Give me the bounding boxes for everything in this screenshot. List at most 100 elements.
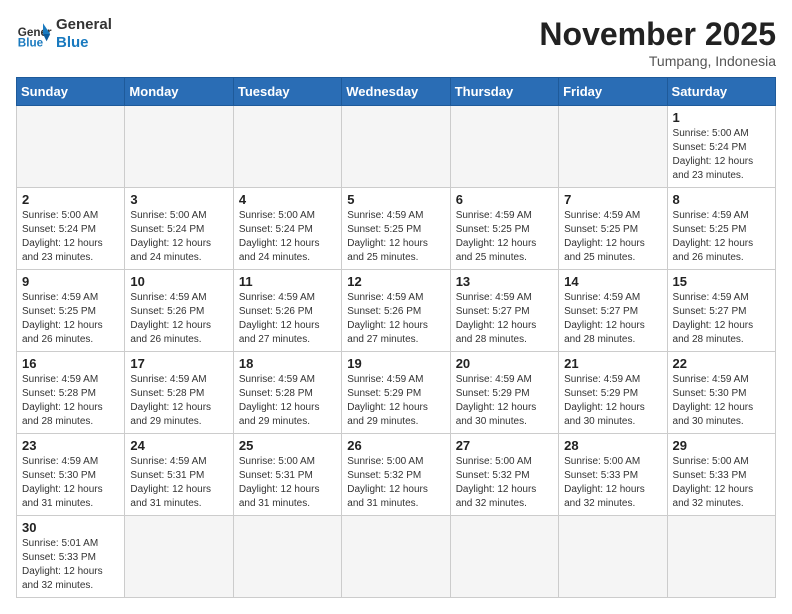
calendar-cell: 16 Sunrise: 4:59 AM Sunset: 5:28 PM Dayli…: [17, 352, 125, 434]
day-header-friday: Friday: [559, 78, 667, 106]
day-number: 6: [456, 192, 553, 207]
day-info: Sunrise: 4:59 AM Sunset: 5:28 PM Dayligh…: [130, 373, 227, 429]
calendar-cell: 10 Sunrise: 4:59 AM Sunset: 5:26 PM Dayli…: [125, 270, 233, 352]
day-info: Sunrise: 4:59 AM Sunset: 5:30 PM Dayligh…: [22, 455, 119, 511]
calendar-cell: 11 Sunrise: 4:59 AM Sunset: 5:26 PM Dayli…: [233, 270, 341, 352]
calendar-cell: [559, 106, 667, 188]
day-number: 15: [673, 274, 770, 289]
calendar-cell: 6 Sunrise: 4:59 AM Sunset: 5:25 PM Daylig…: [450, 188, 558, 270]
location-subtitle: Tumpang, Indonesia: [539, 53, 776, 69]
day-number: 22: [673, 356, 770, 371]
calendar-cell: [342, 106, 450, 188]
calendar-cell: [125, 516, 233, 598]
calendar-cell: 1Sunrise: 5:00 AM Sunset: 5:24 PM Daylig…: [667, 106, 775, 188]
day-info: Sunrise: 4:59 AM Sunset: 5:29 PM Dayligh…: [347, 373, 444, 429]
day-number: 3: [130, 192, 227, 207]
day-number: 8: [673, 192, 770, 207]
logo-icon: General Blue: [16, 16, 52, 52]
week-row-2: 2Sunrise: 5:00 AM Sunset: 5:24 PM Daylig…: [17, 188, 776, 270]
page-header: General Blue General Blue November 2025 …: [16, 16, 776, 69]
day-info: Sunrise: 4:59 AM Sunset: 5:28 PM Dayligh…: [22, 373, 119, 429]
calendar-cell: 13 Sunrise: 4:59 AM Sunset: 5:27 PM Dayli…: [450, 270, 558, 352]
day-info: Sunrise: 5:00 AM Sunset: 5:32 PM Dayligh…: [456, 455, 553, 511]
day-info: Sunrise: 4:59 AM Sunset: 5:30 PM Dayligh…: [673, 373, 770, 429]
day-number: 24: [130, 438, 227, 453]
day-header-wednesday: Wednesday: [342, 78, 450, 106]
day-header-saturday: Saturday: [667, 78, 775, 106]
calendar-cell: 14Sunrise: 4:59 AM Sunset: 5:27 PM Dayli…: [559, 270, 667, 352]
week-row-4: 16 Sunrise: 4:59 AM Sunset: 5:28 PM Dayli…: [17, 352, 776, 434]
day-number: 4: [239, 192, 336, 207]
day-info: Sunrise: 4:59 AM Sunset: 5:26 PM Dayligh…: [347, 291, 444, 347]
calendar-cell: 8 Sunrise: 4:59 AM Sunset: 5:25 PM Daylig…: [667, 188, 775, 270]
day-number: 17: [130, 356, 227, 371]
calendar-cell: 9Sunrise: 4:59 AM Sunset: 5:25 PM Daylig…: [17, 270, 125, 352]
day-number: 21: [564, 356, 661, 371]
calendar-cell: [17, 106, 125, 188]
week-row-1: 1Sunrise: 5:00 AM Sunset: 5:24 PM Daylig…: [17, 106, 776, 188]
calendar-cell: [125, 106, 233, 188]
day-info: Sunrise: 4:59 AM Sunset: 5:26 PM Dayligh…: [130, 291, 227, 347]
day-info: Sunrise: 4:59 AM Sunset: 5:29 PM Dayligh…: [456, 373, 553, 429]
day-number: 10: [130, 274, 227, 289]
day-info: Sunrise: 4:59 AM Sunset: 5:25 PM Dayligh…: [22, 291, 119, 347]
calendar-cell: 26Sunrise: 5:00 AM Sunset: 5:32 PM Dayli…: [342, 434, 450, 516]
day-headers-row: SundayMondayTuesdayWednesdayThursdayFrid…: [17, 78, 776, 106]
day-info: Sunrise: 4:59 AM Sunset: 5:28 PM Dayligh…: [239, 373, 336, 429]
title-block: November 2025 Tumpang, Indonesia: [539, 16, 776, 69]
day-number: 16: [22, 356, 119, 371]
day-number: 23: [22, 438, 119, 453]
calendar-cell: 23 Sunrise: 4:59 AM Sunset: 5:30 PM Dayli…: [17, 434, 125, 516]
day-number: 25: [239, 438, 336, 453]
logo: General Blue General Blue: [16, 16, 112, 52]
calendar-cell: 28 Sunrise: 5:00 AM Sunset: 5:33 PM Dayli…: [559, 434, 667, 516]
svg-text:Blue: Blue: [18, 37, 44, 50]
day-info: Sunrise: 4:59 AM Sunset: 5:25 PM Dayligh…: [564, 209, 661, 265]
calendar-cell: 27 Sunrise: 5:00 AM Sunset: 5:32 PM Dayli…: [450, 434, 558, 516]
day-info: Sunrise: 5:00 AM Sunset: 5:31 PM Dayligh…: [239, 455, 336, 511]
day-number: 12: [347, 274, 444, 289]
day-number: 18: [239, 356, 336, 371]
day-info: Sunrise: 4:59 AM Sunset: 5:26 PM Dayligh…: [239, 291, 336, 347]
logo-blue-text: Blue: [56, 34, 112, 52]
day-header-sunday: Sunday: [17, 78, 125, 106]
day-info: Sunrise: 4:59 AM Sunset: 5:29 PM Dayligh…: [564, 373, 661, 429]
day-info: Sunrise: 5:00 AM Sunset: 5:33 PM Dayligh…: [564, 455, 661, 511]
calendar-cell: [450, 516, 558, 598]
day-number: 14: [564, 274, 661, 289]
day-info: Sunrise: 5:00 AM Sunset: 5:32 PM Dayligh…: [347, 455, 444, 511]
calendar-cell: 30 Sunrise: 5:01 AM Sunset: 5:33 PM Dayli…: [17, 516, 125, 598]
calendar-cell: [667, 516, 775, 598]
day-number: 2: [22, 192, 119, 207]
day-info: Sunrise: 5:00 AM Sunset: 5:24 PM Dayligh…: [673, 127, 770, 183]
day-info: Sunrise: 5:00 AM Sunset: 5:33 PM Dayligh…: [673, 455, 770, 511]
week-row-3: 9Sunrise: 4:59 AM Sunset: 5:25 PM Daylig…: [17, 270, 776, 352]
day-number: 13: [456, 274, 553, 289]
day-info: Sunrise: 4:59 AM Sunset: 5:27 PM Dayligh…: [456, 291, 553, 347]
calendar-cell: 4Sunrise: 5:00 AM Sunset: 5:24 PM Daylig…: [233, 188, 341, 270]
day-number: 30: [22, 520, 119, 535]
day-info: Sunrise: 4:59 AM Sunset: 5:25 PM Dayligh…: [347, 209, 444, 265]
day-number: 27: [456, 438, 553, 453]
calendar-cell: 2Sunrise: 5:00 AM Sunset: 5:24 PM Daylig…: [17, 188, 125, 270]
day-number: 28: [564, 438, 661, 453]
calendar-cell: 21 Sunrise: 4:59 AM Sunset: 5:29 PM Dayli…: [559, 352, 667, 434]
calendar-cell: 7Sunrise: 4:59 AM Sunset: 5:25 PM Daylig…: [559, 188, 667, 270]
calendar-cell: 18 Sunrise: 4:59 AM Sunset: 5:28 PM Dayli…: [233, 352, 341, 434]
day-info: Sunrise: 4:59 AM Sunset: 5:25 PM Dayligh…: [456, 209, 553, 265]
day-number: 19: [347, 356, 444, 371]
calendar-cell: 17 Sunrise: 4:59 AM Sunset: 5:28 PM Dayli…: [125, 352, 233, 434]
day-header-tuesday: Tuesday: [233, 78, 341, 106]
day-header-monday: Monday: [125, 78, 233, 106]
calendar-cell: [233, 106, 341, 188]
day-info: Sunrise: 4:59 AM Sunset: 5:27 PM Dayligh…: [673, 291, 770, 347]
calendar-cell: 20Sunrise: 4:59 AM Sunset: 5:29 PM Dayli…: [450, 352, 558, 434]
month-title: November 2025: [539, 16, 776, 53]
calendar-cell: [342, 516, 450, 598]
logo-general-text: General: [56, 16, 112, 34]
calendar-cell: [559, 516, 667, 598]
calendar-cell: 22 Sunrise: 4:59 AM Sunset: 5:30 PM Dayli…: [667, 352, 775, 434]
day-number: 11: [239, 274, 336, 289]
day-info: Sunrise: 4:59 AM Sunset: 5:25 PM Dayligh…: [673, 209, 770, 265]
day-info: Sunrise: 5:01 AM Sunset: 5:33 PM Dayligh…: [22, 537, 119, 593]
